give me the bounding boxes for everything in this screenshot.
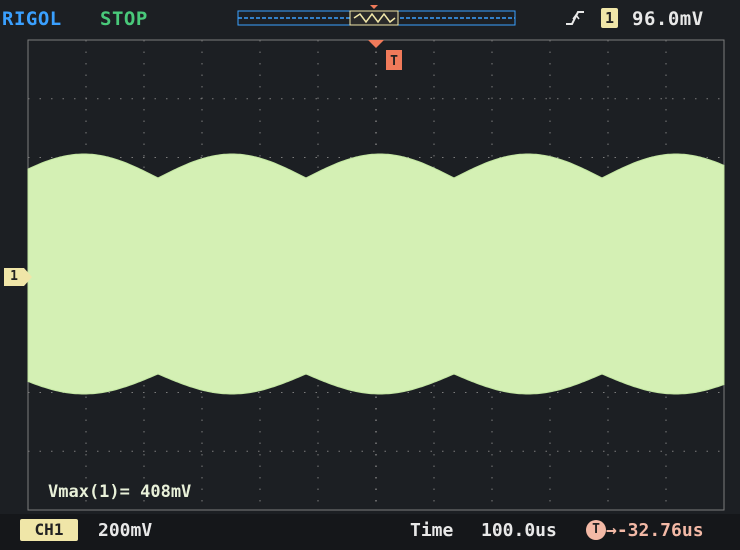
memory-depth-bar <box>237 5 516 26</box>
run-state-indicator[interactable]: STOP <box>100 8 148 30</box>
timebase-value: 100.0us <box>481 520 557 541</box>
ch1-volts-per-div: 200mV <box>98 520 153 541</box>
rising-edge-icon <box>566 11 584 25</box>
trigger-delay-icon: T <box>586 520 606 540</box>
brand-logo: RIGOL <box>2 8 62 30</box>
svg-text:T: T <box>390 54 398 69</box>
measurement-readout: Vmax(1)= 408mV <box>48 482 192 502</box>
oscilloscope-screen: T RIGOL STOP 1 96.0mV 1 Vmax(1)= 408mV C… <box>0 0 740 550</box>
ch1-ground-marker[interactable]: 1 <box>4 268 32 286</box>
trigger-level-readout: 96.0mV <box>632 8 704 30</box>
ch1-badge[interactable]: CH1 <box>20 519 78 541</box>
timebase-label: Time <box>410 520 454 541</box>
waveform-area: T <box>27 5 725 511</box>
trigger-channel-badge: 1 <box>601 8 618 28</box>
ch1-waveform <box>27 153 725 395</box>
trigger-delay-value: →-32.76us <box>606 520 704 541</box>
trigger-position-marker[interactable]: T <box>368 40 402 70</box>
